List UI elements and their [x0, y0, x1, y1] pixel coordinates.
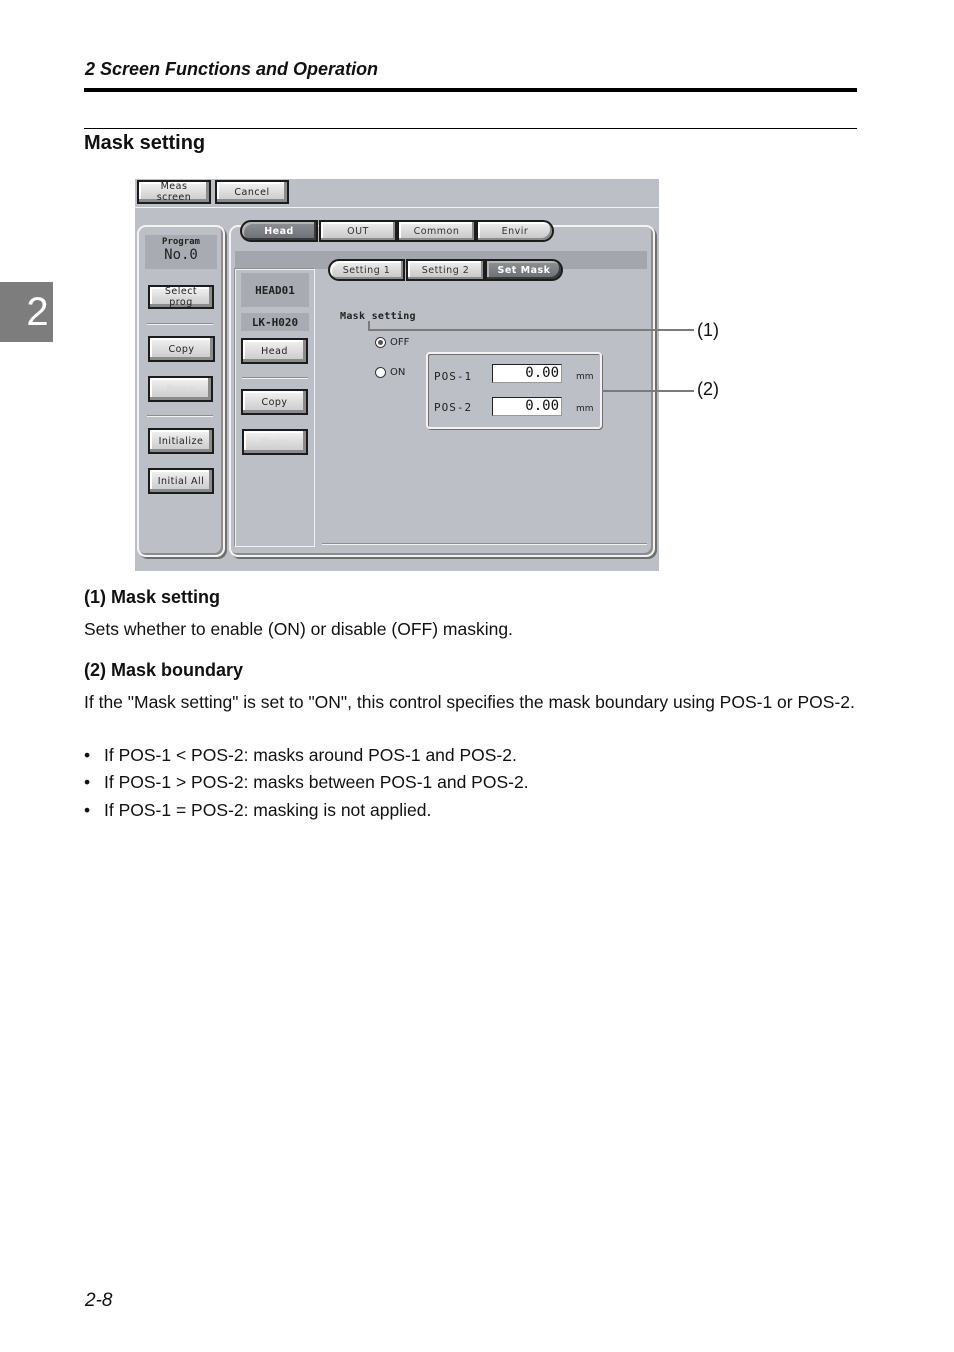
bullet-icon: • — [84, 800, 91, 820]
mask-on-label: ON — [390, 367, 406, 378]
tab-envir[interactable]: Envir — [476, 220, 554, 242]
section-rule — [84, 128, 857, 129]
page-number: 2-8 — [85, 1290, 113, 1311]
callout-1-leader — [368, 329, 659, 331]
head-copy-button[interactable]: Copy — [241, 389, 308, 415]
callout-1-leader-ext — [659, 329, 694, 331]
head-model: LK-H020 — [241, 313, 309, 331]
tab-setting-2[interactable]: Setting 2 — [406, 259, 485, 281]
mask-setting-label: Mask setting — [340, 311, 416, 322]
head-paste-button[interactable]: Paste — [242, 429, 308, 455]
radio-checked-icon — [375, 337, 386, 348]
callout-1-label: (1) — [697, 320, 719, 340]
head-name: HEAD01 — [241, 273, 309, 307]
pos1-input[interactable]: 0.00 — [492, 364, 562, 383]
pos1-unit: mm — [576, 372, 594, 382]
bullet-icon: • — [84, 745, 91, 765]
chapter-tab: 2 — [0, 282, 53, 342]
program-paste-button[interactable]: Paste — [148, 376, 213, 402]
tab-head[interactable]: Head — [240, 220, 318, 242]
description-2-text: If the "Mask setting" is set to "ON", th… — [84, 692, 855, 712]
pos2-label: POS-2 — [434, 401, 473, 414]
initialize-button[interactable]: Initialize — [148, 428, 214, 454]
radio-unchecked-icon — [375, 367, 386, 378]
section-title: Mask setting — [84, 132, 206, 154]
mask-on-radio[interactable]: ON — [375, 367, 405, 378]
bullet-item: • If POS-1 < POS-2: masks around POS-1 an… — [84, 745, 517, 766]
initial-all-button[interactable]: Initial All — [148, 468, 214, 494]
bullet-text: If POS-1 = POS-2: masking is not applied… — [104, 800, 432, 820]
bullet-icon: • — [84, 772, 91, 792]
callout-1-leader-stem — [368, 321, 370, 330]
device-screen: Meas screen Cancel Program No.0 Select p… — [135, 179, 659, 571]
mask-off-radio[interactable]: OFF — [375, 337, 409, 348]
running-head: 2 Screen Functions and Operation — [85, 59, 379, 79]
divider — [147, 323, 213, 325]
pos2-unit: mm — [576, 404, 594, 414]
program-copy-button[interactable]: Copy — [148, 336, 215, 362]
bullet-item: • If POS-1 > POS-2: masks between POS-1 a… — [84, 772, 529, 793]
divider — [242, 377, 308, 379]
tab-common[interactable]: Common — [397, 220, 476, 242]
bullet-item: • If POS-1 = POS-2: masking is not applie… — [84, 800, 431, 821]
tab-out[interactable]: OUT — [319, 220, 397, 242]
callout-2-leader-ext — [659, 390, 694, 392]
select-prog-button[interactable]: Select prog — [148, 285, 214, 309]
program-label: Program — [162, 237, 200, 247]
tab-setting-1[interactable]: Setting 1 — [328, 259, 405, 281]
bullet-text: If POS-1 > POS-2: masks between POS-1 an… — [104, 772, 529, 792]
pos1-label: POS-1 — [434, 370, 473, 383]
header-rule — [84, 88, 857, 92]
divider — [147, 415, 213, 417]
head-button[interactable]: Head — [241, 338, 308, 364]
description-1-heading: (1) Mask setting — [84, 587, 221, 607]
callout-2-leader — [602, 390, 659, 392]
mask-off-label: OFF — [390, 337, 410, 348]
description-2-heading: (2) Mask boundary — [84, 660, 244, 680]
program-value: No.0 — [164, 247, 198, 263]
description-1-text: Sets whether to enable (ON) or disable (… — [84, 619, 513, 639]
meas-screen-button[interactable]: Meas screen — [137, 180, 211, 204]
cancel-button[interactable]: Cancel — [215, 180, 289, 204]
content-bottom-divider — [322, 543, 647, 545]
bullet-text: If POS-1 < POS-2: masks around POS-1 and… — [104, 745, 517, 765]
topbar-divider — [135, 207, 659, 208]
pos2-input[interactable]: 0.00 — [492, 397, 562, 416]
callout-2-label: (2) — [697, 379, 719, 399]
tab-set-mask[interactable]: Set Mask — [485, 259, 563, 281]
program-display: Program No.0 — [145, 235, 217, 269]
